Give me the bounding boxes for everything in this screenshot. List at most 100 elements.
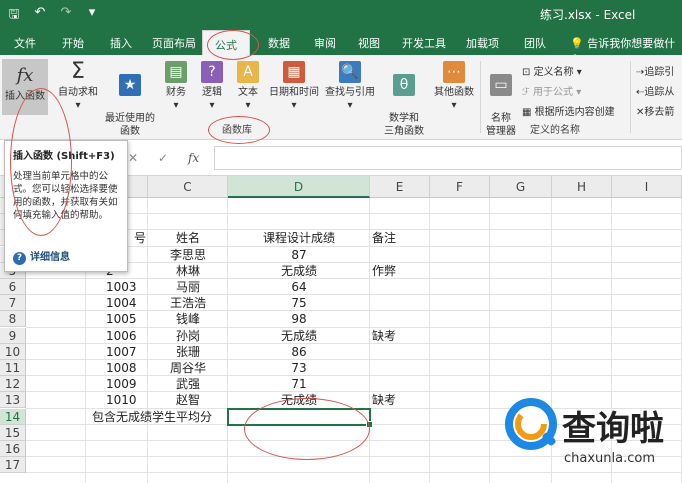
datetime-button[interactable]: ▦ 日期和时间 ▾	[266, 61, 322, 112]
row-header-7[interactable]: 7	[0, 295, 26, 312]
use-in-formula-button[interactable]: ℱ 用于公式 ▾	[522, 83, 581, 98]
trace-dependents-button[interactable]: ⇠追踪从	[636, 83, 674, 98]
cell-score[interactable]: 无成绩	[230, 328, 368, 344]
column-header-d[interactable]: D	[228, 176, 370, 198]
cell-note[interactable]	[372, 360, 428, 376]
cell-note[interactable]: 缺考	[372, 392, 428, 408]
cell-id[interactable]: 1006	[88, 328, 146, 344]
row-header-14[interactable]: 14	[0, 408, 26, 425]
qat-customize-icon[interactable]: ▾	[84, 5, 100, 27]
cell-score[interactable]: 75	[230, 295, 368, 311]
cell-name[interactable]: 武强	[150, 376, 226, 392]
cell-name[interactable]: 钱峰	[150, 311, 226, 327]
text-button[interactable]: A 文本 ▾	[234, 61, 262, 112]
tab-2[interactable]: 插入	[110, 35, 132, 51]
enter-icon[interactable]: ✓	[158, 151, 168, 165]
redo-icon[interactable]: ↷	[58, 5, 74, 27]
tab-1[interactable]: 开始	[62, 35, 84, 51]
cell-note[interactable]	[372, 311, 428, 327]
row-header-12[interactable]: 12	[0, 376, 26, 393]
tab-6[interactable]: 审阅	[314, 35, 336, 51]
cell-name[interactable]: 周谷华	[150, 360, 226, 376]
cell-note[interactable]	[372, 247, 428, 263]
cell-header-name[interactable]: 姓名	[150, 230, 226, 246]
column-header-f[interactable]: F	[430, 176, 490, 198]
cell-name[interactable]: 张珊	[150, 344, 226, 360]
cell-note[interactable]	[372, 344, 428, 360]
row-header-16[interactable]: 16	[0, 441, 26, 457]
tab-0[interactable]: 文件	[14, 35, 36, 51]
cell-id[interactable]: 1003	[88, 279, 146, 295]
name-manager-button[interactable]: ▭ 名称 管理器	[484, 61, 518, 138]
financial-button[interactable]: ▤ 财务 ▾	[162, 61, 190, 112]
row-header-6[interactable]: 6	[0, 279, 26, 295]
cell-score[interactable]: 87	[230, 247, 368, 263]
tab-8[interactable]: 开发工具	[402, 35, 446, 51]
column-header-c[interactable]: C	[148, 176, 228, 198]
cell-score[interactable]: 无成绩	[230, 263, 368, 279]
tab-10[interactable]: 团队	[524, 35, 546, 51]
column-header-e[interactable]: E	[370, 176, 430, 198]
cell-header-score[interactable]: 课程设计成绩	[230, 230, 368, 246]
cancel-icon[interactable]: ✕	[128, 151, 138, 165]
cell-id[interactable]: 1010	[88, 392, 146, 408]
tab-9[interactable]: 加载项	[466, 35, 499, 51]
cell-name[interactable]: 李思思	[150, 247, 226, 263]
trace-precedents-button[interactable]: ⇢追踪引	[636, 63, 674, 78]
cell-score[interactable]: 86	[230, 344, 368, 360]
trace-dependents-label: 追踪从	[644, 87, 675, 98]
tab-5[interactable]: 数据	[268, 35, 290, 51]
tab-3[interactable]: 页面布局	[152, 35, 196, 51]
tab-7[interactable]: 视图	[358, 35, 380, 51]
cell-average-label[interactable]: 包含无成绩学生平均分	[88, 409, 228, 425]
recent-functions-button[interactable]: ★ 最近使用的 函数	[102, 61, 158, 138]
math-button[interactable]: θ 数学和 三角函数	[380, 61, 428, 138]
cell-id[interactable]: 1004	[88, 295, 146, 311]
cell-note[interactable]	[372, 376, 428, 392]
cell-note[interactable]	[372, 295, 428, 311]
define-name-button[interactable]: ⊡ 定义名称 ▾	[522, 63, 582, 78]
row-header-17[interactable]: 17	[0, 457, 26, 474]
create-from-selection-button[interactable]: ▦ 根据所选内容创建	[522, 103, 615, 118]
cell-id[interactable]: 1005	[88, 311, 146, 327]
row-header-10[interactable]: 10	[0, 343, 26, 360]
undo-icon[interactable]: ↶	[32, 5, 48, 27]
window-title: 练习.xlsx - Excel	[540, 8, 636, 22]
formula-input[interactable]	[214, 146, 682, 170]
row-header-15[interactable]: 15	[0, 424, 26, 441]
save-icon[interactable]: 🖫	[6, 5, 22, 27]
row-header-13[interactable]: 13	[0, 392, 26, 409]
tooltip-more-info-link[interactable]: ? 详细信息	[13, 248, 70, 265]
cell-name[interactable]: 林琳	[150, 263, 226, 279]
column-header-h[interactable]: H	[552, 176, 612, 198]
cell-score[interactable]: 64	[230, 279, 368, 295]
cell-header-note[interactable]: 备注	[372, 230, 428, 246]
watermark: 查询啦 chaxunla.com	[500, 395, 682, 483]
autosum-button[interactable]: Σ 自动求和 ▾	[56, 61, 100, 112]
formula-fx-icon[interactable]: fx	[188, 151, 199, 165]
column-header-g[interactable]: G	[490, 176, 552, 198]
cell-id[interactable]: 1007	[88, 344, 146, 360]
cell-id[interactable]: 1008	[88, 360, 146, 376]
row-header-11[interactable]: 11	[0, 360, 26, 376]
cell-note[interactable]: 缺考	[372, 328, 428, 344]
cell-id[interactable]: 1009	[88, 376, 146, 392]
cell-score[interactable]: 98	[230, 311, 368, 327]
other-functions-button[interactable]: ⋯ 其他函数 ▾	[430, 61, 478, 112]
cell-name[interactable]: 赵智	[150, 392, 226, 408]
column-header-i[interactable]: I	[612, 176, 682, 198]
cell-score[interactable]: 73	[230, 360, 368, 376]
cell-name[interactable]: 孙岗	[150, 328, 226, 344]
cell-note[interactable]: 作弊	[372, 263, 428, 279]
row-header-8[interactable]: 8	[0, 311, 26, 328]
cell-note[interactable]	[372, 279, 428, 295]
lookup-button[interactable]: 🔍 查找与引用 ▾	[322, 61, 378, 112]
logical-button[interactable]: ? 逻辑 ▾	[198, 61, 226, 112]
cell-score[interactable]: 71	[230, 376, 368, 392]
cell-name[interactable]: 马丽	[150, 279, 226, 295]
row-header-9[interactable]: 9	[0, 327, 26, 344]
remove-arrows-button[interactable]: ✕移去箭	[636, 103, 674, 118]
group-separator	[630, 61, 631, 133]
remove-arrows-label: 移去箭	[644, 107, 675, 118]
cell-name[interactable]: 王浩浩	[150, 295, 226, 311]
